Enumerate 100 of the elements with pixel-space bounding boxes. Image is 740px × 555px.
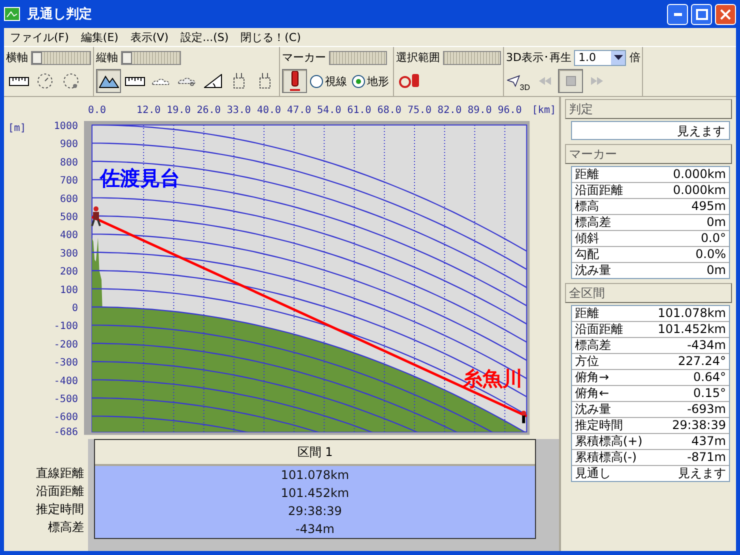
radio-option[interactable]: 視線 bbox=[308, 74, 349, 89]
mountain-icon bbox=[98, 74, 118, 88]
property-label: 標高差 bbox=[575, 338, 611, 353]
axis-unit-label: [m] bbox=[8, 123, 26, 134]
property-value: -693m bbox=[687, 402, 726, 417]
property-value: 101.078km bbox=[658, 306, 726, 321]
axis-tick-label: 12.0 bbox=[136, 105, 161, 116]
maximize-button[interactable] bbox=[691, 4, 712, 24]
menu-item[interactable]: 設定...(S) bbox=[174, 30, 235, 44]
speed-dropdown[interactable]: 1.0 bbox=[574, 50, 626, 66]
menu-item[interactable]: 編集(E) bbox=[74, 30, 124, 44]
property-value: 101.452km bbox=[658, 322, 726, 337]
property-value: 0.0% bbox=[696, 247, 726, 262]
result-value: 見えます bbox=[676, 123, 726, 139]
slider-track bbox=[329, 50, 387, 65]
toolbar-button[interactable] bbox=[96, 69, 121, 94]
menu-item[interactable]: 表示(V) bbox=[124, 30, 175, 44]
property-label: 傾斜 bbox=[575, 231, 599, 246]
app-icon bbox=[4, 7, 20, 21]
axis-unit-label: [km] bbox=[532, 105, 556, 116]
icon-caption: 3D bbox=[520, 83, 530, 92]
property-label: 俯角→ bbox=[575, 370, 610, 385]
row-label: 直線距離 bbox=[36, 465, 84, 482]
property-label: 沈み量 bbox=[575, 402, 611, 417]
property-label: 推定時間 bbox=[575, 418, 623, 433]
axis-tick-label: -100 bbox=[54, 321, 78, 332]
axis-tick-label: -300 bbox=[54, 358, 78, 369]
property-value: 227.24° bbox=[678, 354, 726, 369]
table-cell-text: 101.078km bbox=[280, 467, 350, 484]
property-value: 0.000km bbox=[673, 167, 726, 182]
axis-tick-label: 26.0 bbox=[196, 105, 221, 116]
axis-tick-label: -500 bbox=[54, 394, 78, 405]
marker-pen-icon bbox=[290, 71, 300, 92]
plug-icon bbox=[258, 73, 270, 90]
axis-tick-label: 0 bbox=[72, 303, 78, 314]
axis-tick-label: 75.0 bbox=[407, 105, 432, 116]
table-cell-text: 101.452km bbox=[280, 485, 350, 502]
toolbar-button[interactable]: 3D bbox=[506, 69, 531, 94]
menu-item[interactable]: 閉じる！(C) bbox=[234, 30, 307, 44]
axis-tick-label: 40.0 bbox=[256, 105, 282, 116]
axis-tick-label: 89.0 bbox=[468, 105, 492, 116]
menu-item[interactable]: ファイル(F) bbox=[4, 30, 75, 44]
axis-tick-label: 19.0 bbox=[166, 105, 191, 116]
axis-tick-label: 68.0 bbox=[377, 105, 402, 116]
slider-track bbox=[443, 50, 501, 65]
toolbar-label: 3D表示･再生 bbox=[506, 50, 572, 66]
slope-icon bbox=[204, 74, 222, 88]
close-icon bbox=[720, 8, 731, 20]
slider-thumb[interactable] bbox=[122, 52, 132, 64]
ruler-icon bbox=[8, 76, 28, 86]
slider-thumb[interactable] bbox=[32, 52, 42, 64]
radio-option[interactable]: 地形 bbox=[350, 74, 391, 89]
table-header: 区間 1 bbox=[95, 440, 535, 466]
ruler-icon bbox=[124, 76, 144, 86]
axis-tick-label: 96.0 bbox=[498, 105, 522, 116]
property-value: 見えます bbox=[678, 466, 726, 481]
toolbar-label: 縦軸 bbox=[96, 50, 118, 66]
property-label: 方位 bbox=[575, 354, 599, 369]
property-label: 勾配 bbox=[575, 247, 599, 262]
axis-tick-label: -200 bbox=[54, 339, 78, 350]
minimize-icon bbox=[674, 12, 682, 16]
property-value: 0.15° bbox=[693, 386, 726, 401]
toolbar-label: 選択範囲 bbox=[396, 50, 440, 66]
toolbar-label: マーカー bbox=[282, 50, 326, 66]
axis-tick-label: 700 bbox=[60, 176, 78, 187]
caret-icon bbox=[614, 55, 623, 60]
slider[interactable] bbox=[121, 50, 181, 65]
property-value: 0.64° bbox=[693, 370, 726, 385]
toolbar-button[interactable] bbox=[282, 69, 307, 94]
plug-icon bbox=[232, 73, 244, 90]
property-label: 俯角← bbox=[575, 386, 610, 401]
unit-label: 倍 bbox=[629, 50, 640, 66]
stop-icon bbox=[566, 76, 576, 86]
axis-tick-label: 600 bbox=[60, 194, 78, 205]
property-value: 29:38:39 bbox=[672, 418, 726, 433]
property-label: 標高差 bbox=[575, 215, 611, 230]
maximize-icon bbox=[696, 8, 708, 20]
cloud-icon bbox=[178, 76, 196, 86]
axis-tick-label: -600 bbox=[54, 412, 78, 424]
axis-tick-label: 100 bbox=[60, 284, 78, 296]
minimize-button[interactable] bbox=[667, 4, 688, 24]
axis-tick-label: 900 bbox=[60, 139, 78, 150]
fast-forward-icon bbox=[590, 77, 602, 86]
property-label: 標高 bbox=[575, 199, 599, 214]
property-value: -434m bbox=[687, 338, 726, 353]
property-value: -871m bbox=[687, 450, 726, 465]
axis-tick-label: 82.0 bbox=[438, 105, 462, 116]
section-header: 判定 bbox=[565, 99, 732, 119]
row-label: 推定時間 bbox=[36, 501, 84, 518]
slider[interactable] bbox=[31, 50, 91, 65]
close-button[interactable] bbox=[715, 4, 736, 24]
section-header: マーカー bbox=[565, 144, 732, 164]
axis-tick-label: 54.0 bbox=[317, 105, 342, 116]
window-title: 見通し判定 bbox=[27, 6, 93, 23]
property-value: 0.0° bbox=[700, 231, 726, 246]
dotted-circle-icon bbox=[36, 73, 52, 90]
axis-tick-label: 61.0 bbox=[347, 105, 372, 116]
table-cell-text: 29:38:39 bbox=[287, 503, 343, 520]
property-label: 累積標高(-) bbox=[575, 450, 637, 465]
pin-icon bbox=[521, 410, 526, 424]
